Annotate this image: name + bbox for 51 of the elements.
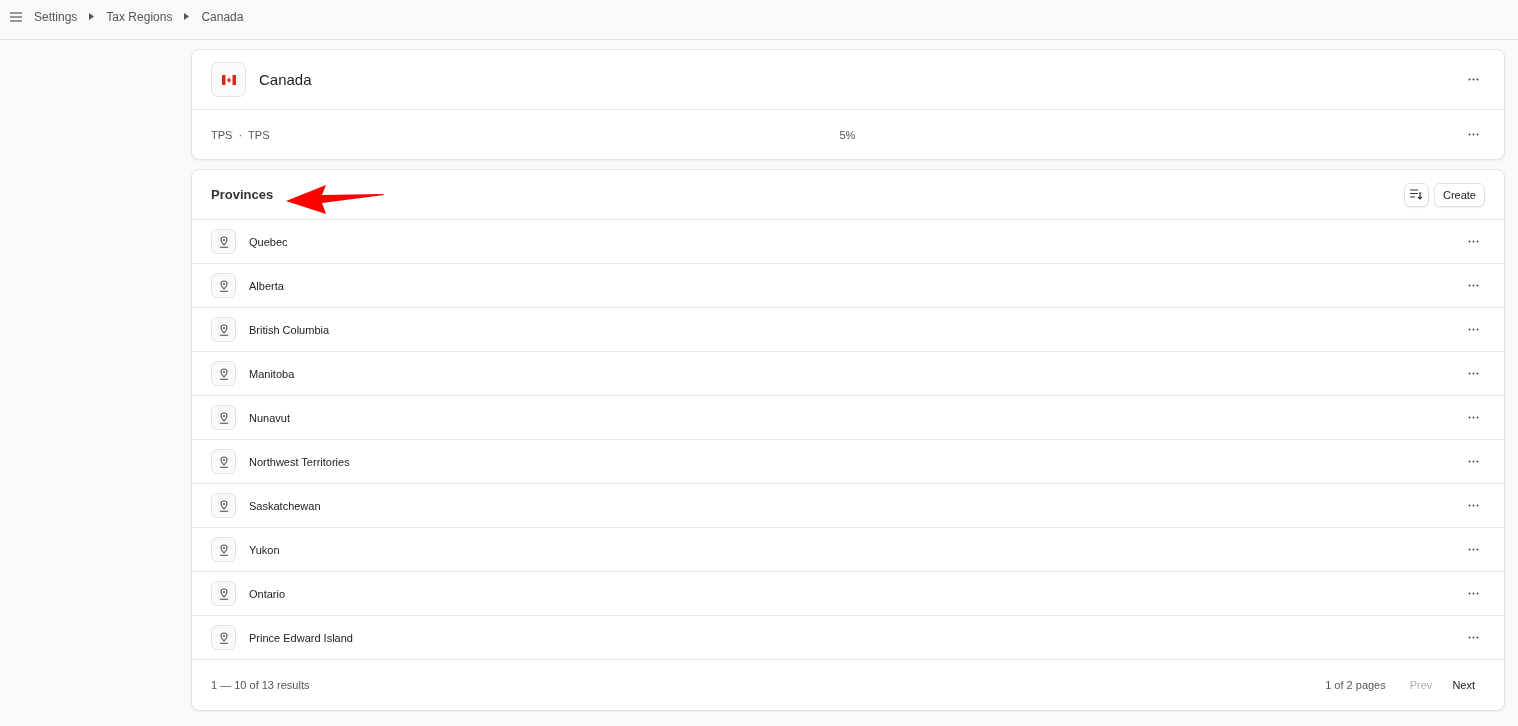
province-link[interactable]: Quebec bbox=[249, 235, 1462, 248]
province-link[interactable]: British Columbia bbox=[249, 323, 1462, 336]
sort-icon bbox=[1410, 189, 1423, 200]
caret-icon bbox=[89, 13, 95, 20]
tax-rate-code: TPS bbox=[248, 128, 270, 141]
breadcrumb-link[interactable]: Tax Regions bbox=[106, 9, 173, 24]
sort-button[interactable] bbox=[1403, 182, 1429, 207]
more-icon bbox=[1468, 78, 1479, 81]
more-icon bbox=[1468, 592, 1479, 595]
map-pin-icon bbox=[211, 229, 236, 254]
more-icon bbox=[1468, 548, 1479, 551]
map-pin-icon bbox=[211, 405, 236, 430]
map-pin-icon bbox=[211, 317, 236, 342]
province-link[interactable]: Alberta bbox=[249, 279, 1462, 292]
map-pin-icon bbox=[211, 625, 236, 650]
tax-rate-name: TPS bbox=[211, 128, 233, 141]
menu-icon[interactable] bbox=[10, 11, 22, 22]
more-icon bbox=[1468, 460, 1479, 463]
province-link[interactable]: Northwest Territories bbox=[249, 455, 1462, 468]
flag-icon bbox=[211, 62, 246, 97]
create-button[interactable]: Create bbox=[1433, 182, 1485, 207]
more-icon bbox=[1468, 504, 1479, 507]
region-title: Canada bbox=[259, 71, 313, 88]
more-icon bbox=[1468, 240, 1479, 243]
more-icon bbox=[1468, 636, 1479, 639]
breadcrumb-link[interactable]: Settings bbox=[34, 9, 78, 24]
map-pin-icon bbox=[211, 537, 236, 562]
more-icon bbox=[1468, 416, 1479, 419]
more-icon bbox=[1468, 372, 1479, 375]
more-icon bbox=[1468, 328, 1479, 331]
map-pin-icon bbox=[211, 493, 236, 518]
more-icon bbox=[1468, 284, 1479, 287]
tax-rate-value: 5% bbox=[839, 128, 857, 141]
province-link[interactable]: Ontario bbox=[249, 587, 1462, 600]
caret-icon bbox=[184, 13, 190, 20]
map-pin-icon bbox=[211, 273, 236, 298]
breadcrumb-link[interactable]: Canada bbox=[201, 9, 244, 24]
separator-dot: · bbox=[238, 128, 243, 141]
section-title: Provinces bbox=[211, 187, 274, 202]
results-count: 1 — 10 of 13 results bbox=[211, 679, 310, 691]
next-button[interactable]: Next bbox=[1442, 679, 1485, 691]
province-link[interactable]: Yukon bbox=[249, 543, 1462, 556]
province-link[interactable]: Prince Edward Island bbox=[249, 631, 1462, 644]
province-link[interactable]: Nunavut bbox=[249, 411, 1462, 424]
province-link[interactable]: Manitoba bbox=[249, 367, 1462, 380]
province-link[interactable]: Saskatchewan bbox=[249, 499, 1462, 512]
more-icon bbox=[1468, 133, 1479, 136]
map-pin-icon bbox=[211, 361, 236, 386]
map-pin-icon bbox=[211, 449, 236, 474]
map-pin-icon bbox=[211, 581, 236, 606]
page-count: 1 of 2 pages bbox=[1325, 679, 1386, 691]
